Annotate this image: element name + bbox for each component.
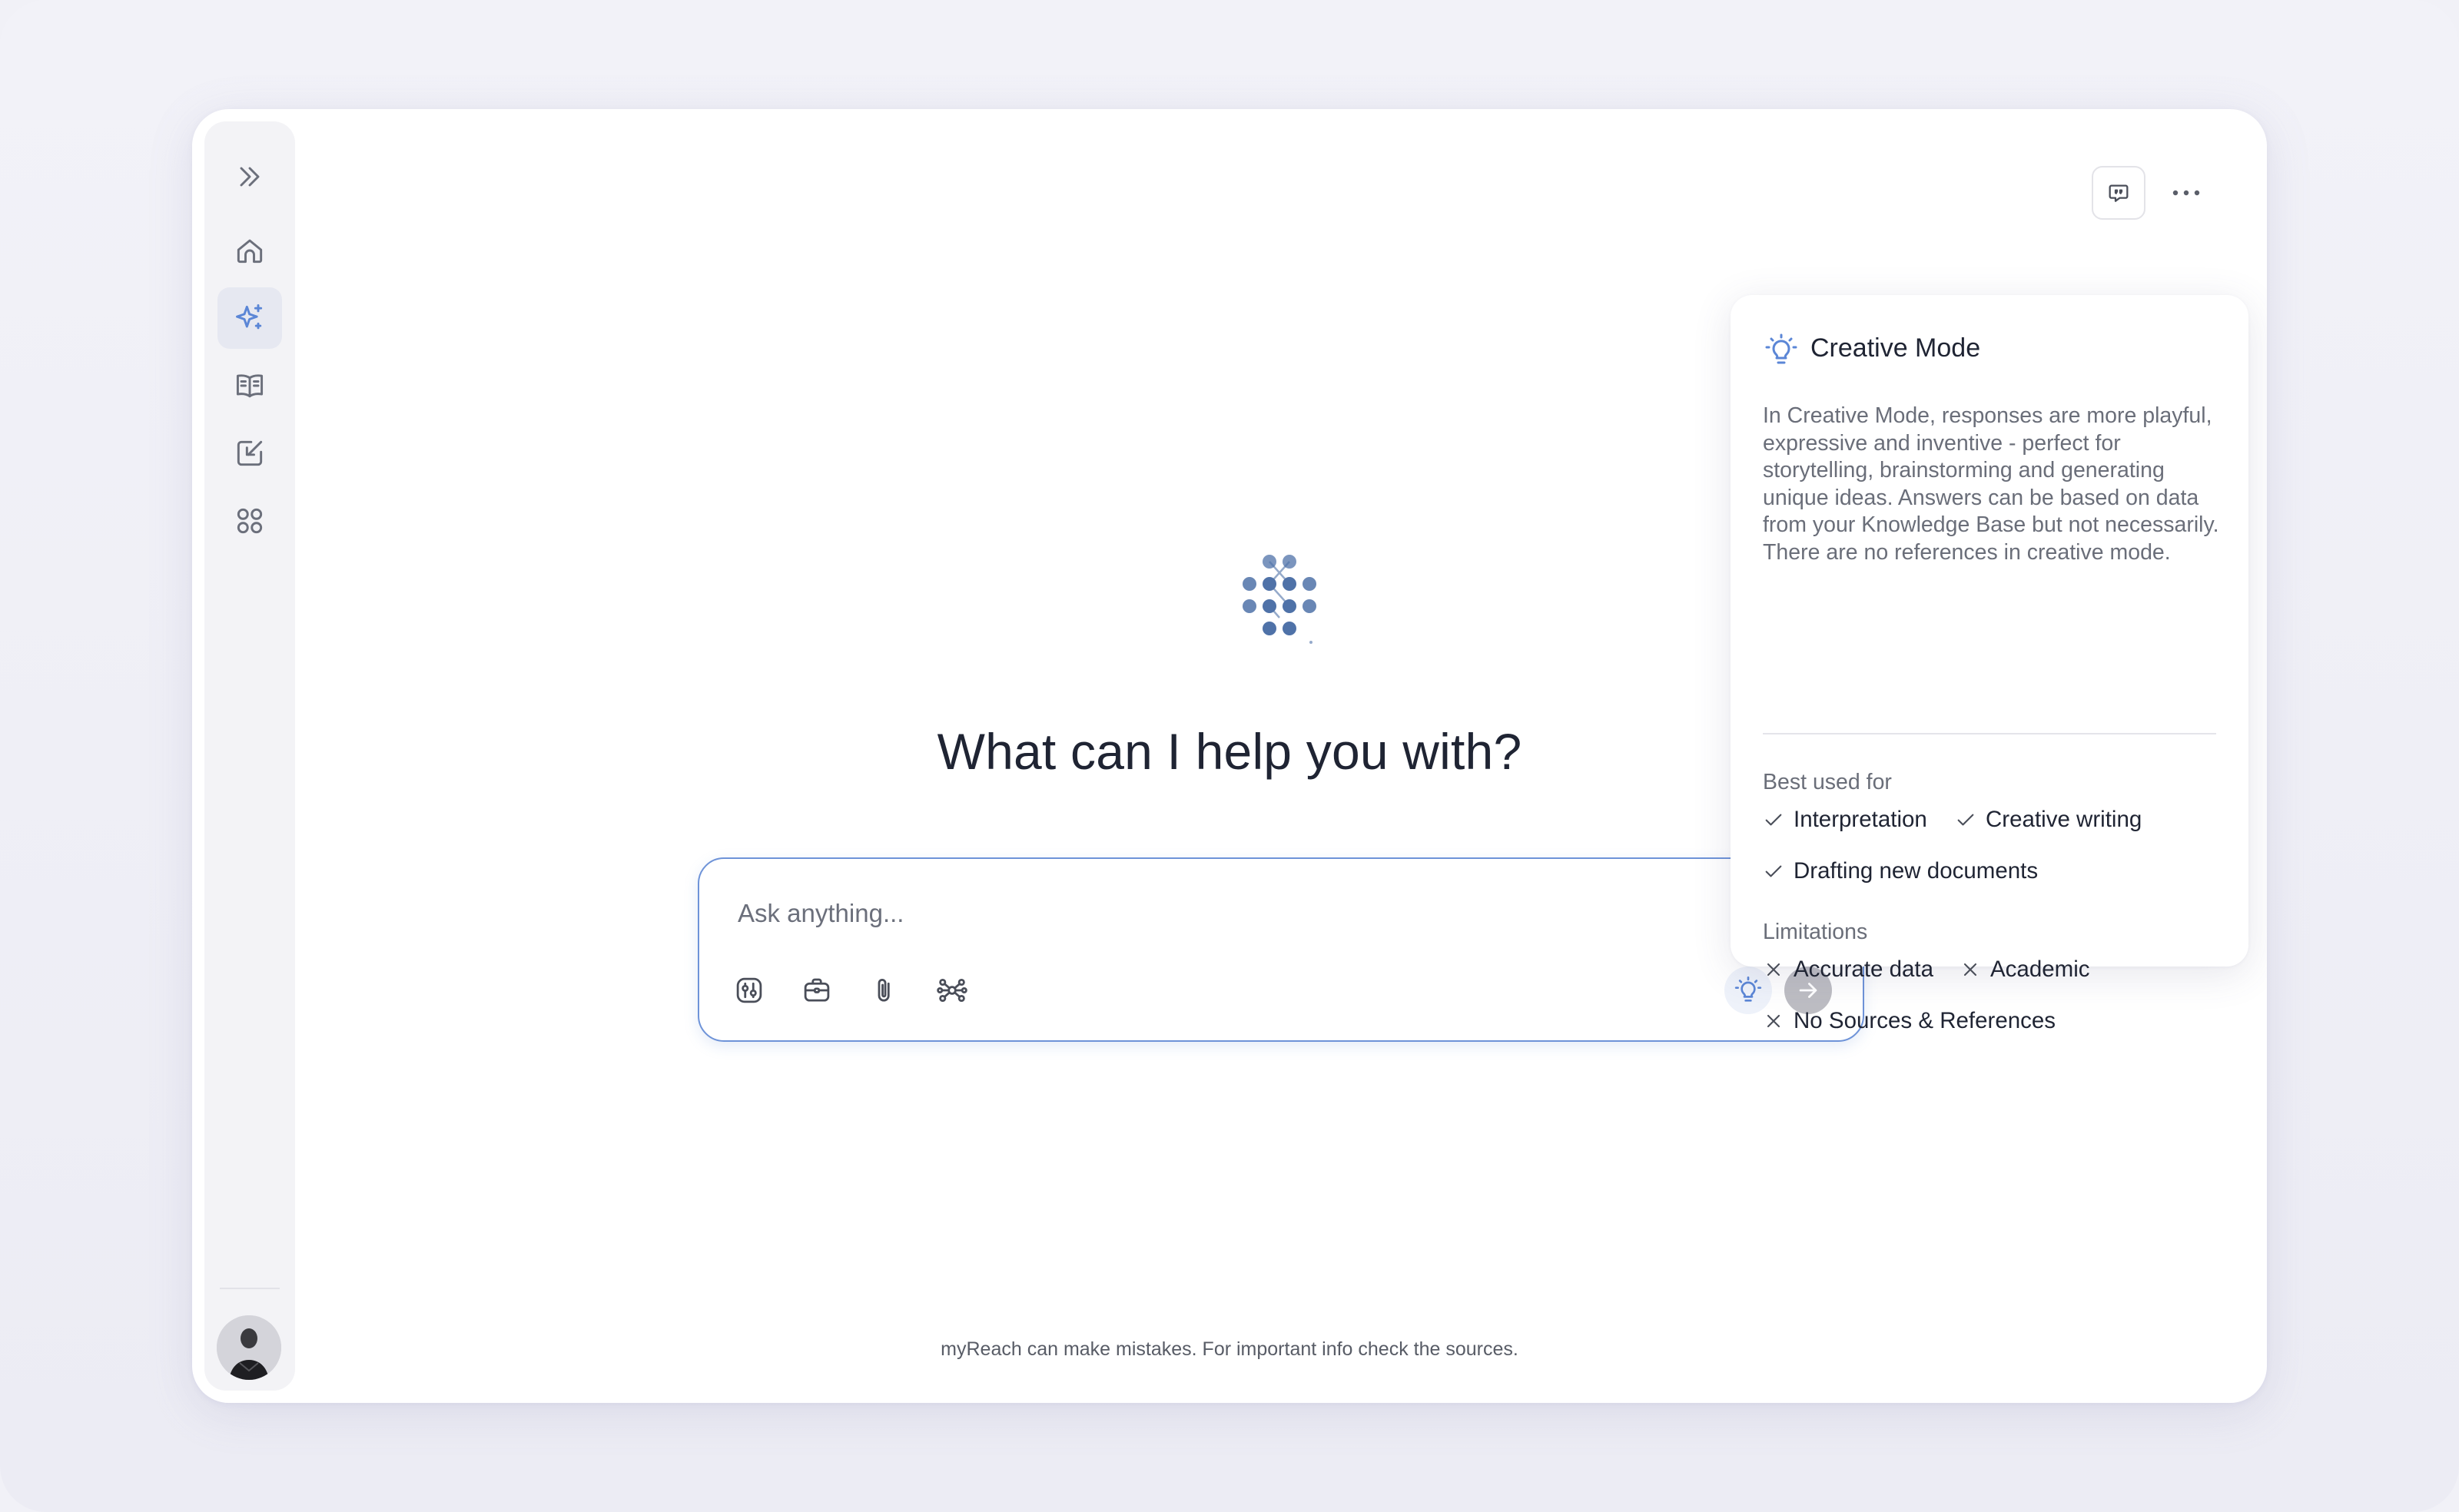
popover-description: In Creative Mode, responses are more pla… [1763,403,2219,565]
ask-input[interactable] [736,890,1738,937]
best-used-for-text: Interpretation [1794,807,1927,832]
apps-grid-icon [237,508,263,534]
attach-button[interactable] [862,968,907,1013]
check-icon [1765,814,1782,826]
sidebar-item-import[interactable] [217,423,282,484]
app-window: What can I help you with? Ask anything..… [192,109,2267,1403]
import-icon [237,440,263,466]
popover-title: Creative Mode [1810,333,1981,363]
best-used-for-item: Creative writing [1955,807,2142,833]
sidebar-item-assistant[interactable] [217,287,282,349]
limitation-text: No Sources & References [1794,1008,2056,1033]
best-used-for-item: Interpretation [1763,807,1927,833]
creative-mode-popover: Creative Mode In Creative Mode, response… [1731,295,2248,1033]
myreach-logo [1243,555,1316,644]
lightbulb-icon [1765,333,1797,364]
limitation-text: Academic [1990,957,2090,982]
briefcase-icon [804,978,830,1002]
x-icon [1963,963,1977,976]
home-icon [237,239,263,264]
more-horizontal-icon [2172,190,2200,196]
quote-icon [2109,184,2129,202]
best-used-for-text: Creative writing [1986,807,2142,832]
disclaimer-text: myReach can make mistakes. For important… [941,1338,1518,1360]
sidebar-item-apps[interactable] [217,490,282,552]
sidebar-divider [220,1288,280,1289]
connections-button[interactable] [930,968,974,1013]
sliders-icon [736,977,762,1003]
x-icon [1767,963,1780,976]
expand-sidebar-button[interactable] [217,146,282,207]
check-icon [1957,814,1974,826]
paperclip-icon [878,978,890,1002]
workspace-tool-button[interactable] [795,968,839,1013]
best-used-for-label: Best used for [1763,770,1892,794]
quote-button[interactable] [2092,166,2145,220]
chevrons-right-icon [240,167,260,187]
limitation-item: No Sources & References [1763,1008,2056,1034]
book-icon [236,374,264,398]
chat-composer [698,857,1864,1042]
limitation-item: Academic [1960,957,2090,983]
limitations-label: Limitations [1763,920,1868,944]
sparkles-icon [236,304,263,330]
sidebar-item-home[interactable] [217,220,282,281]
best-used-for-text: Drafting new documents [1794,858,2039,884]
more-options-button[interactable] [2159,166,2213,220]
popover-divider [1763,733,2216,734]
best-used-for-item: Drafting new documents [1763,858,2038,884]
network-icon [937,978,967,1003]
x-icon [1767,1014,1780,1028]
settings-tool-button[interactable] [727,968,772,1013]
sidebar-item-knowledge[interactable] [217,355,282,416]
check-icon [1765,865,1782,877]
limitation-item: Accurate data [1763,957,1933,983]
limitation-text: Accurate data [1794,957,1934,982]
lightbulb-icon [1734,976,1762,1002]
